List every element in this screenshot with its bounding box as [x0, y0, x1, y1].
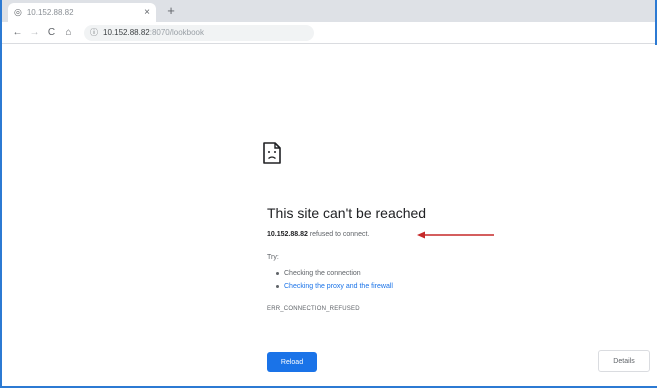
error-page: This site can't be reached 10.152.88.82 … [4, 45, 657, 386]
browser-toolbar: ← → C ⌂ ⓘ 10.152.88.82 :8070/lookbook [2, 22, 655, 44]
tab-strip: ◎ 10.152.88.82 × + [2, 0, 655, 22]
annotation-arrow [417, 231, 494, 239]
info-icon[interactable]: ⓘ [90, 27, 98, 38]
error-detail: 10.152.88.82 refused to connect. [267, 231, 369, 238]
reload-button[interactable]: Reload [267, 352, 317, 372]
details-button[interactable]: Details [598, 350, 650, 372]
suggestion-list: Checking the connection Checking the pro… [276, 267, 393, 293]
suggestion-check-proxy-link[interactable]: Checking the proxy and the firewall [276, 280, 393, 293]
sad-page-icon [263, 142, 281, 164]
globe-icon: ◎ [14, 7, 22, 17]
error-host: 10.152.88.82 [267, 231, 308, 238]
tab-title: 10.152.88.82 [26, 8, 74, 17]
new-tab-button[interactable]: + [164, 4, 178, 18]
address-path: :8070/lookbook [149, 28, 204, 37]
back-icon[interactable]: ← [10, 27, 25, 38]
close-icon[interactable]: × [144, 7, 150, 18]
error-message: refused to connect. [307, 231, 370, 238]
error-heading: This site can't be reached [267, 205, 427, 221]
try-label: Try: [267, 254, 279, 261]
error-code: ERR_CONNECTION_REFUSED [267, 306, 360, 312]
suggestion-check-connection: Checking the connection [276, 267, 393, 280]
address-bar[interactable]: ⓘ 10.152.88.82 :8070/lookbook [84, 24, 314, 41]
reload-icon[interactable]: C [44, 27, 59, 38]
browser-window: ◎ 10.152.88.82 × + ← → C ⌂ ⓘ 10.152.88.8… [0, 0, 657, 388]
home-icon[interactable]: ⌂ [61, 27, 76, 38]
address-host: 10.152.88.82 [103, 28, 150, 37]
forward-icon[interactable]: → [27, 27, 42, 38]
tab-active[interactable]: ◎ 10.152.88.82 × [8, 3, 156, 22]
